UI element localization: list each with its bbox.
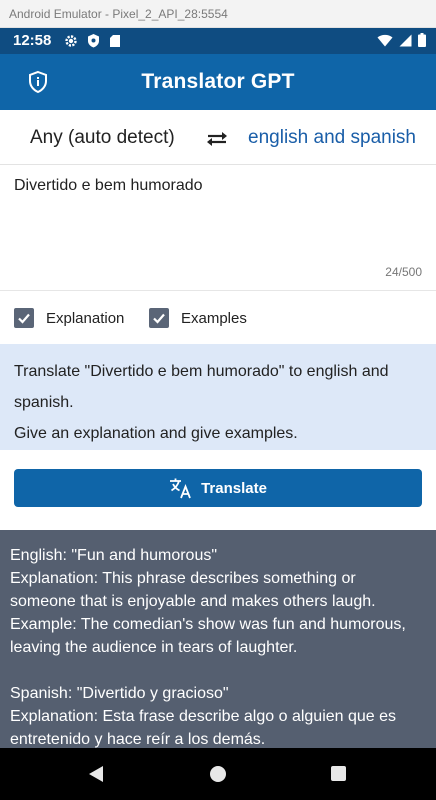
source-text-field[interactable]: Divertido e bem humorado 24/500 [0,166,436,291]
option-explanation-label: Explanation [46,309,125,327]
character-counter: 24/500 [385,265,422,279]
signal-icon [399,34,412,46]
result-line: Explanation: This phrase describes somet… [10,570,356,587]
target-language-selector[interactable]: english and spanish [248,127,416,149]
result-line: someone that is enjoyable and makes othe… [10,593,376,610]
app-bar: Translator GPT [0,54,436,110]
result-line: English: "Fun and humorous" [10,547,218,564]
system-navigation-bar [0,748,436,800]
translate-icon [170,478,191,499]
prompt-line: Give an explanation and give examples. [14,425,298,442]
status-time: 12:58 [13,32,52,49]
translate-button[interactable]: Translate [14,469,422,507]
result-line: Explanation: Esta frase describe algo o … [10,708,397,725]
options-row: Explanation Examples [0,292,436,344]
result-line: Example: The comedian's show was fun and… [10,616,406,633]
result-line: leaving the audience in tears of laughte… [10,639,298,656]
prompt-preview: Translate "Divertido e bem humorado" to … [0,344,436,450]
checkbox-checked-icon[interactable] [149,308,169,328]
battery-icon [418,33,426,47]
language-selector-bar: Any (auto detect) english and spanish [0,110,436,165]
result-line: entretenido y hace reír a los demás. [10,731,266,748]
play-protect-icon [88,34,99,48]
sd-card-icon [110,34,120,47]
wifi-icon [377,34,393,46]
app-title: Translator GPT [141,70,295,93]
option-examples-label: Examples [181,309,247,327]
status-bar: 12:58 [0,28,436,54]
translate-button-label: Translate [201,479,267,497]
translation-result: English: "Fun and humorous" Explanation:… [0,530,436,748]
option-examples[interactable]: Examples [149,308,247,328]
swap-icon[interactable] [205,129,229,149]
checkbox-checked-icon[interactable] [14,308,34,328]
result-line: Spanish: "Divertido y gracioso" [10,685,229,702]
emulator-title: Android Emulator - Pixel_2_API_28:5554 [0,0,436,28]
status-notification-icons [64,33,121,48]
source-text-value[interactable]: Divertido e bem humorado [14,177,203,195]
result-blank-line [10,659,426,682]
option-explanation[interactable]: Explanation [14,308,124,328]
prompt-line: Translate "Divertido e bem humorado" to … [14,363,389,380]
gear-icon [65,34,77,47]
source-language-selector[interactable]: Any (auto detect) [30,127,175,149]
prompt-line: spanish. [14,394,74,411]
back-icon[interactable] [88,765,104,783]
home-icon[interactable] [210,766,226,782]
status-system-icons [377,33,426,47]
recents-icon[interactable] [331,766,346,781]
